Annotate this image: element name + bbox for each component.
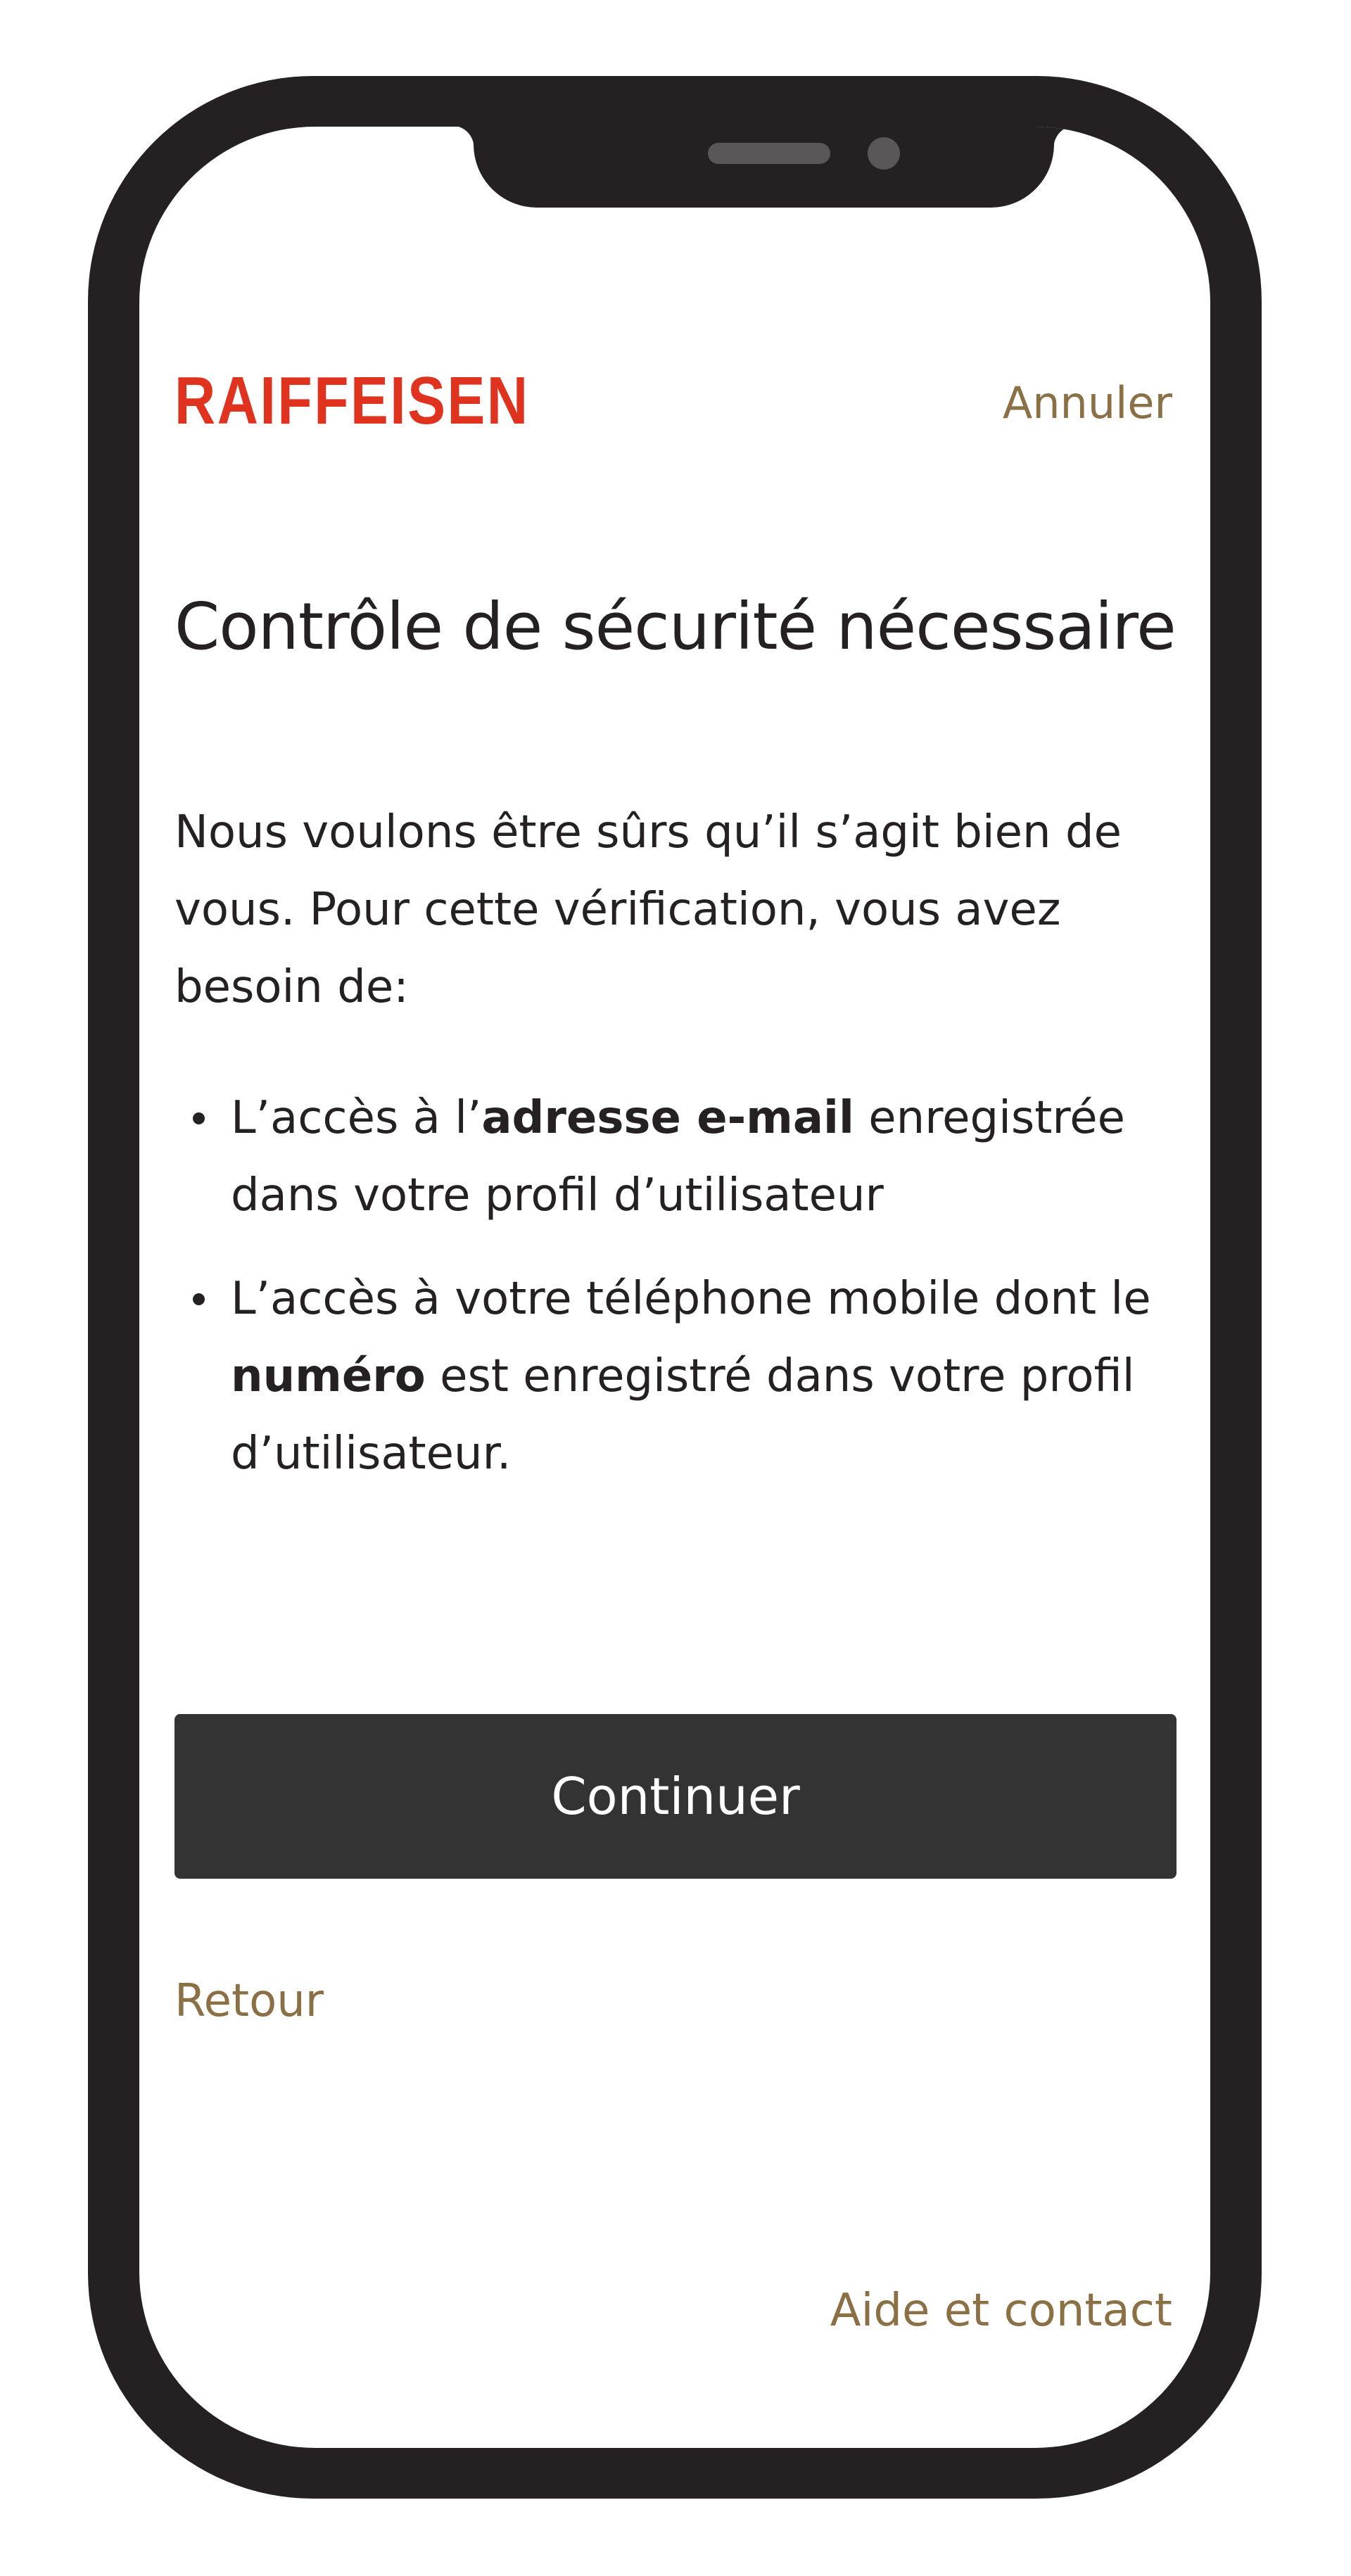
back-link[interactable]: Retour [175,1979,324,2024]
raiffeisen-logo: RAIFFEISEN [175,363,530,438]
requirements-list: L’accès à l’adresse e-mail enregistrée d… [175,1079,1188,1518]
list-item: L’accès à votre téléphone mobile dont le… [175,1260,1188,1492]
list-item: L’accès à l’adresse e-mail enregistrée d… [175,1079,1188,1234]
continue-button[interactable]: Continuer [175,1714,1176,1879]
cancel-link[interactable]: Annuler [1003,381,1172,425]
intro-text: Nous voulons être sûrs qu’il s’agit bien… [175,806,1122,1013]
phone-frame: RAIFFEISEN Annuler Contrôle de sécurité … [88,76,1262,2499]
requirement-bold: adresse e-mail [481,1092,854,1144]
phone-screen: RAIFFEISEN Annuler Contrôle de sécurité … [139,127,1210,2448]
requirement-text-before: L’accès à l’ [231,1092,482,1144]
page-title: Contrôle de sécurité nécessaire [175,589,1176,664]
bullet-icon [193,1293,205,1305]
page-content: RAIFFEISEN Annuler Contrôle de sécurité … [139,127,1210,2448]
requirement-bold: numéro [231,1350,426,1402]
requirement-text-before: L’accès à votre téléphone mobile dont le [231,1273,1151,1325]
help-contact-link[interactable]: Aide et contact [830,2288,1172,2333]
bullet-icon [193,1112,205,1124]
